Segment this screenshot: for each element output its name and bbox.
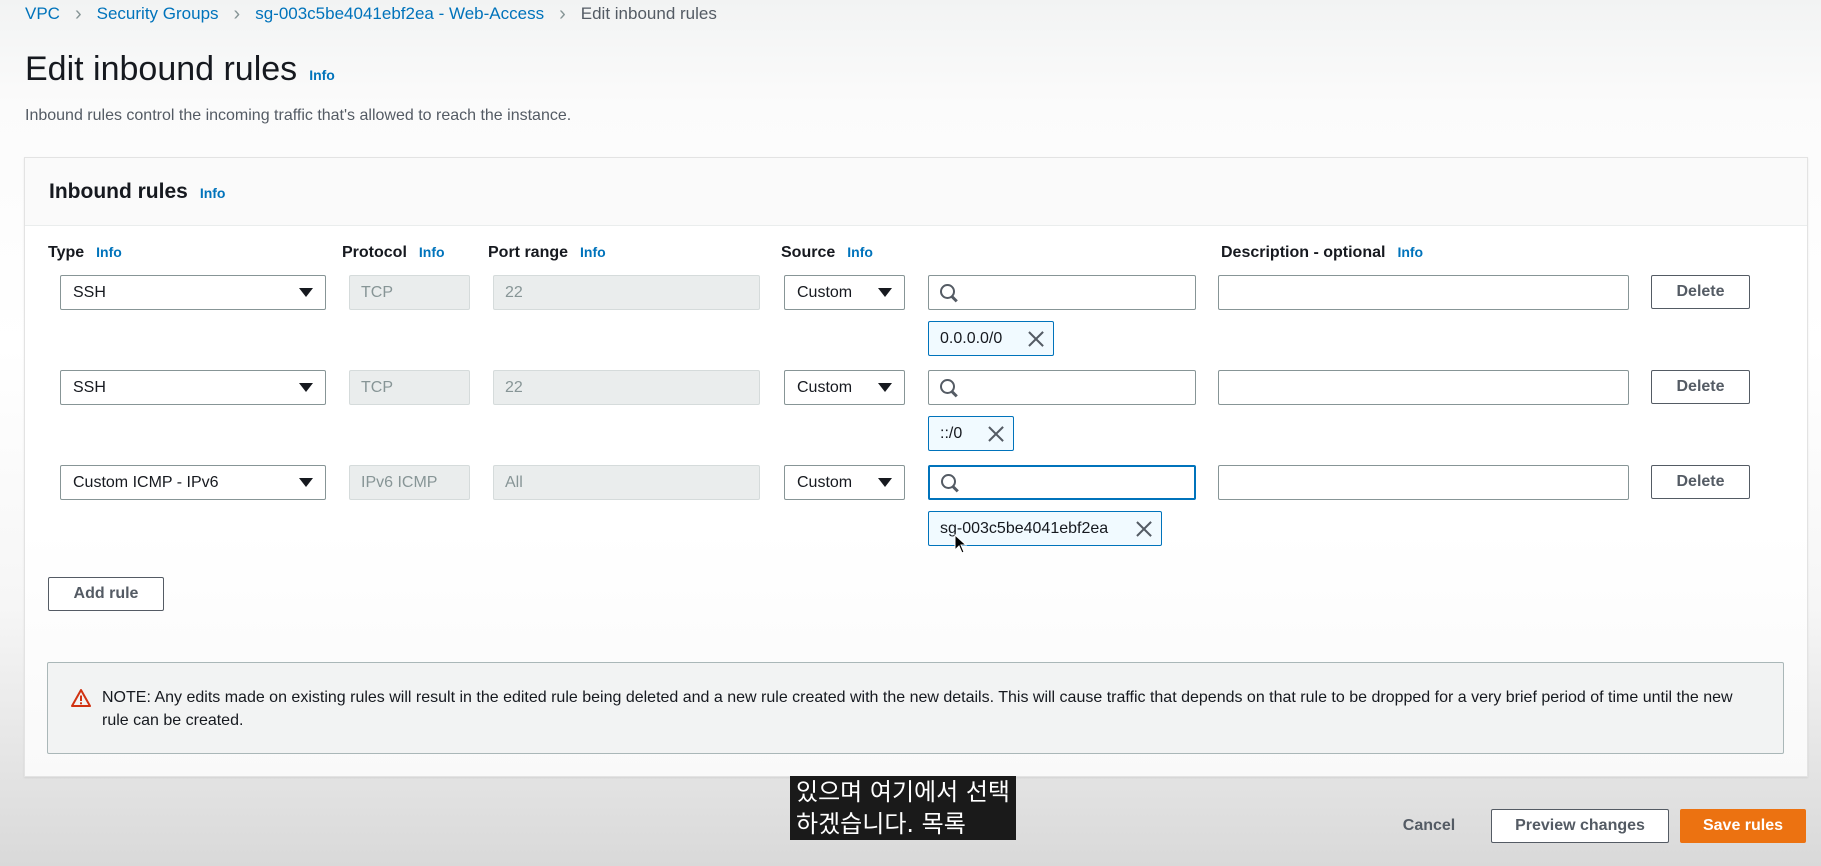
- breadcrumb-security-group[interactable]: sg-003c5be4041ebf2ea - Web-Access: [255, 4, 544, 24]
- column-description: Description - optional Info: [1221, 244, 1423, 262]
- rule-protocol-field: TCP: [349, 275, 470, 310]
- rule-source-search-input[interactable]: [928, 275, 1196, 310]
- warning-text: NOTE: Any edits made on existing rules w…: [102, 689, 1733, 729]
- source-token: 0.0.0.0/0: [928, 321, 1054, 356]
- preview-changes-button[interactable]: Preview changes: [1491, 809, 1669, 843]
- rule-description-input[interactable]: [1218, 370, 1629, 405]
- source-info-link[interactable]: Info: [847, 244, 873, 260]
- caret-down-icon: [299, 478, 313, 487]
- rule-source-search-input[interactable]: [928, 465, 1196, 500]
- rule-type-value: Custom ICMP - IPv6: [73, 473, 219, 491]
- caret-down-icon: [299, 383, 313, 392]
- search-icon: [940, 473, 960, 493]
- delete-rule-button[interactable]: Delete: [1651, 370, 1750, 404]
- column-port-range-label: Port range: [488, 244, 569, 261]
- subtitle-line-2: 하겠습니다. 목록: [796, 808, 966, 840]
- protocol-info-link[interactable]: Info: [419, 244, 445, 260]
- column-type-label: Type: [48, 244, 85, 261]
- rule-source-select[interactable]: Custom: [784, 275, 905, 310]
- description-info-link[interactable]: Info: [1397, 244, 1423, 260]
- rule-description-input[interactable]: [1218, 275, 1629, 310]
- panel-header: [25, 158, 1807, 226]
- video-subtitle: 있으며 여기에서 선택 하겠습니다. 목록: [790, 776, 1016, 840]
- close-icon[interactable]: [987, 425, 1005, 443]
- rule-port-range-field: All: [493, 465, 760, 500]
- search-icon: [939, 283, 959, 303]
- rule-protocol-field: IPv6 ICMP: [349, 465, 470, 500]
- breadcrumb-current: Edit inbound rules: [580, 4, 717, 23]
- caret-down-icon: [299, 288, 313, 297]
- rule-protocol-field: TCP: [349, 370, 470, 405]
- column-type: Type Info: [48, 244, 122, 262]
- column-source: Source Info: [781, 244, 873, 262]
- chevron-right-icon: ›: [233, 3, 241, 25]
- caret-down-icon: [878, 478, 892, 487]
- column-protocol-label: Protocol: [342, 244, 407, 261]
- rule-source-select[interactable]: Custom: [784, 370, 905, 405]
- page-title: Edit inbound rules Info: [25, 50, 335, 89]
- page-info-link[interactable]: Info: [309, 67, 335, 83]
- breadcrumb: VPC › Security Groups › sg-003c5be4041eb…: [25, 4, 717, 24]
- close-icon[interactable]: [1135, 520, 1153, 538]
- delete-rule-button[interactable]: Delete: [1651, 275, 1750, 309]
- panel-title-text: Inbound rules: [49, 180, 188, 203]
- column-source-label: Source: [781, 244, 836, 261]
- search-icon: [939, 378, 959, 398]
- chevron-right-icon: ›: [559, 3, 566, 25]
- port-range-info-link[interactable]: Info: [580, 244, 606, 260]
- rule-type-value: SSH: [73, 283, 106, 301]
- rule-port-range-field: 22: [493, 370, 760, 405]
- column-description-label: Description - optional: [1221, 244, 1386, 261]
- rule-description-input[interactable]: [1218, 465, 1629, 500]
- save-rules-button[interactable]: Save rules: [1680, 809, 1806, 843]
- subtitle-line-1: 있으며 여기에서 선택: [796, 776, 1010, 808]
- type-info-link[interactable]: Info: [96, 244, 122, 260]
- mouse-cursor-icon: [954, 534, 968, 554]
- panel-info-link[interactable]: Info: [200, 185, 226, 201]
- cancel-button[interactable]: Cancel: [1389, 809, 1469, 843]
- rule-port-range-field: 22: [493, 275, 760, 310]
- breadcrumb-vpc[interactable]: VPC: [25, 4, 60, 24]
- rule-source-search-input[interactable]: [928, 370, 1196, 405]
- source-token-label: ::/0: [940, 424, 963, 442]
- source-token: ::/0: [928, 416, 1014, 451]
- panel-title: Inbound rules Info: [49, 180, 225, 204]
- column-protocol: Protocol Info: [342, 244, 445, 262]
- rule-source-value: Custom: [797, 378, 853, 396]
- rule-source-value: Custom: [797, 473, 853, 491]
- rule-type-select[interactable]: Custom ICMP - IPv6: [60, 465, 326, 500]
- caret-down-icon: [878, 288, 892, 297]
- caret-down-icon: [878, 383, 892, 392]
- source-token-label: 0.0.0.0/0: [940, 329, 1003, 347]
- page-title-text: Edit inbound rules: [25, 50, 298, 88]
- rule-type-select[interactable]: SSH: [60, 275, 326, 310]
- rule-type-value: SSH: [73, 378, 106, 396]
- close-icon[interactable]: [1027, 330, 1045, 348]
- rule-source-select[interactable]: Custom: [784, 465, 905, 500]
- rule-type-select[interactable]: SSH: [60, 370, 326, 405]
- column-port-range: Port range Info: [488, 244, 606, 262]
- add-rule-button[interactable]: Add rule: [48, 577, 164, 611]
- rule-source-value: Custom: [797, 283, 853, 301]
- page-description: Inbound rules control the incoming traff…: [25, 107, 572, 124]
- chevron-right-icon: ›: [74, 3, 82, 25]
- warning-icon: [71, 689, 91, 707]
- delete-rule-button[interactable]: Delete: [1651, 465, 1750, 499]
- breadcrumb-security-groups[interactable]: Security Groups: [97, 4, 219, 24]
- warning-alert: NOTE: Any edits made on existing rules w…: [47, 662, 1784, 754]
